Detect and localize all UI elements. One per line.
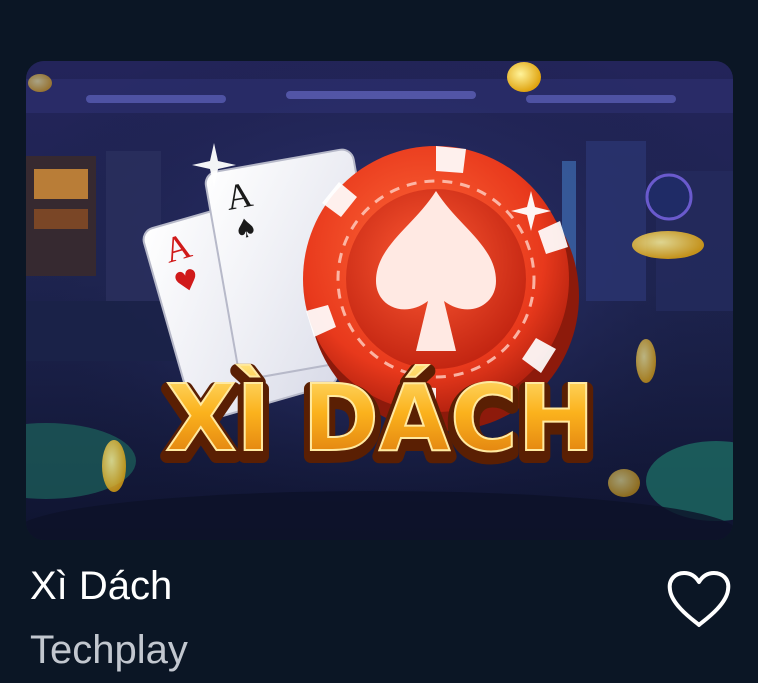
heart-outline-icon: [667, 571, 731, 627]
game-logo: XÌ DÁCH XÌ DÁCH: [158, 363, 601, 485]
game-card[interactable]: A ♥ A ♠ XÌ DÁCH XÌ DÁCH Xì Dách Techplay: [0, 0, 758, 683]
game-title[interactable]: Xì Dách: [30, 562, 172, 610]
provider-name: Techplay: [30, 628, 188, 672]
favorite-button[interactable]: [666, 570, 732, 630]
game-thumbnail[interactable]: A ♥ A ♠ XÌ DÁCH XÌ DÁCH: [26, 61, 733, 540]
svg-text:XÌ DÁCH: XÌ DÁCH: [165, 364, 594, 472]
